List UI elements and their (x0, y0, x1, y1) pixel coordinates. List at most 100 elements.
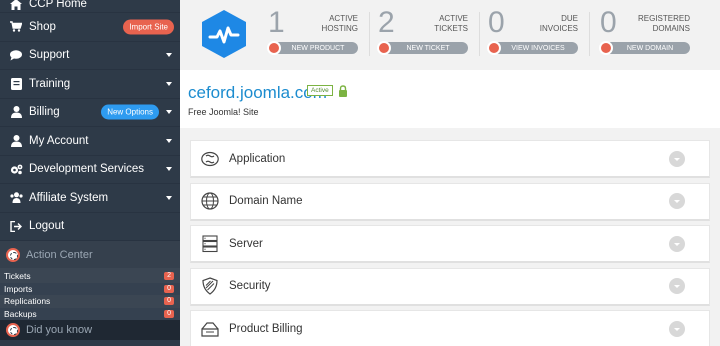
chevron-down-icon (166, 167, 172, 172)
action-center-icon (6, 247, 20, 262)
did-you-know-header[interactable]: Did you know (0, 320, 180, 340)
action-center-title: Action Center (26, 248, 93, 261)
sidebar-item-label: Affiliate System (29, 191, 109, 204)
sidebar-item-label: CCP Home (29, 0, 87, 10)
view-invoices-label: VIEW INVOICES (511, 44, 565, 52)
section-product-billing[interactable]: Product Billing (190, 310, 710, 346)
sidebar-item-label: Development Services (29, 163, 145, 176)
divider (369, 12, 370, 56)
section-label: Application (229, 152, 286, 165)
stat-hosting: 1 ACTIVE HOSTING NEW PRODUCT (267, 6, 358, 60)
sidebar-item-label: Training (29, 77, 71, 90)
stat-count: 1 (268, 6, 285, 39)
chat-icon (9, 49, 23, 61)
stat-label-line2: DOMAINS (652, 24, 690, 33)
new-options-badge[interactable]: New Options (101, 104, 159, 120)
sidebar-item-label: Support (29, 49, 70, 62)
user-icon (9, 106, 23, 119)
action-center-count: 0 (164, 284, 174, 293)
sidebar-item-shop[interactable]: Shop Import Site (0, 13, 180, 42)
divider (589, 12, 590, 56)
did-you-know-title: Did you know (26, 324, 93, 336)
sidebar-item-ccp-home[interactable]: CCP Home (0, 0, 180, 13)
chevron-down-icon (166, 110, 172, 115)
chat-icon (377, 41, 391, 55)
sidebar-item-label: Logout (29, 220, 65, 233)
did-you-know-icon (6, 323, 20, 337)
action-center-row-imports[interactable]: Imports 0 (0, 282, 180, 295)
section-label: Security (229, 280, 271, 292)
action-center-row-tickets[interactable]: Tickets 2 (0, 270, 180, 283)
users-icon (9, 192, 23, 204)
logout-icon (9, 220, 23, 232)
new-domain-button[interactable]: NEW DOMAIN (599, 41, 690, 55)
stat-label: DUE INVOICES (540, 14, 578, 34)
action-center-header[interactable]: Action Center (0, 241, 180, 268)
chevron-down-icon (166, 53, 172, 58)
section-application[interactable]: Application (190, 140, 710, 178)
billing-icon (201, 321, 219, 337)
section-label: Server (229, 237, 263, 250)
action-center-row-replications[interactable]: Replications 0 (0, 295, 180, 308)
logo-icon (202, 10, 246, 58)
sidebar-item-development-services[interactable]: Development Services (0, 156, 180, 184)
cart-icon (9, 21, 23, 33)
stat-domains: 0 REGISTERED DOMAINS NEW DOMAIN (599, 6, 690, 60)
stat-label: REGISTERED DOMAINS (638, 14, 690, 34)
stat-count: 2 (378, 6, 395, 39)
stat-invoices: 0 DUE INVOICES VIEW INVOICES (487, 6, 578, 60)
new-domain-label: NEW DOMAIN (626, 44, 674, 52)
section-server[interactable]: Server (190, 225, 710, 263)
chevron-down-icon (166, 195, 172, 200)
stat-label: ACTIVE HOSTING (322, 14, 358, 34)
sidebar-item-logout[interactable]: Logout (0, 213, 180, 241)
stat-count: 0 (488, 6, 505, 39)
invoice-icon (487, 41, 501, 55)
action-center-count: 0 (164, 309, 174, 318)
domain-header: ceford.joomla.com Active Free Joomla! Si… (180, 70, 720, 128)
import-site-badge[interactable]: Import Site (123, 19, 174, 35)
chevron-down-icon[interactable] (669, 278, 685, 294)
section-security[interactable]: Security (190, 267, 710, 306)
divider (479, 12, 480, 56)
stat-label-line1: ACTIVE (439, 14, 468, 23)
stat-tickets: 2 ACTIVE TICKETS NEW TICKET (377, 6, 468, 60)
action-center-row-backups[interactable]: Backups 0 (0, 307, 180, 320)
view-invoices-button[interactable]: VIEW INVOICES (487, 41, 578, 55)
action-center-row-label: Backups (4, 308, 37, 319)
stats-bar: 1 ACTIVE HOSTING NEW PRODUCT 2 ACTIVE TICK… (180, 0, 720, 70)
home-icon (9, 0, 23, 10)
stat-label-line1: REGISTERED (637, 14, 690, 23)
chevron-down-icon[interactable] (669, 235, 685, 252)
sidebar-item-support[interactable]: Support (0, 42, 180, 70)
new-ticket-button[interactable]: NEW TICKET (377, 41, 468, 55)
sidebar-item-my-account[interactable]: My Account (0, 127, 180, 156)
chevron-down-icon (166, 138, 172, 143)
sidebar-item-label: Shop (29, 20, 56, 33)
action-center-count: 2 (164, 272, 174, 281)
chevron-down-icon[interactable] (669, 320, 685, 337)
new-product-label: NEW PRODUCT (291, 44, 345, 52)
section-domain-name[interactable]: Domain Name (190, 182, 710, 221)
sidebar-item-billing[interactable]: Billing New Options (0, 99, 180, 127)
chevron-down-icon[interactable] (669, 150, 685, 167)
action-center-count: 0 (164, 297, 174, 306)
sidebar-item-training[interactable]: Training (0, 70, 180, 99)
stat-label-line1: DUE (561, 14, 578, 23)
joomla-icon (201, 151, 219, 166)
chevron-down-icon (166, 81, 172, 86)
chevron-down-icon[interactable] (669, 193, 685, 209)
new-product-button[interactable]: NEW PRODUCT (267, 41, 358, 55)
section-label: Domain Name (229, 195, 303, 207)
new-ticket-label: NEW TICKET (406, 44, 450, 52)
user-icon (9, 134, 23, 147)
stat-count: 0 (600, 6, 617, 39)
sidebar-item-affiliate-system[interactable]: Affiliate System (0, 184, 180, 213)
globe-icon (599, 41, 613, 55)
stat-label-line1: ACTIVE (329, 14, 358, 23)
section-label: Product Billing (229, 322, 303, 335)
shield-icon (202, 277, 218, 295)
status-badge: Active (307, 85, 333, 96)
action-center-list: Tickets 2 Imports 0 Replications 0 Backu… (0, 268, 180, 320)
server-icon (202, 234, 218, 252)
